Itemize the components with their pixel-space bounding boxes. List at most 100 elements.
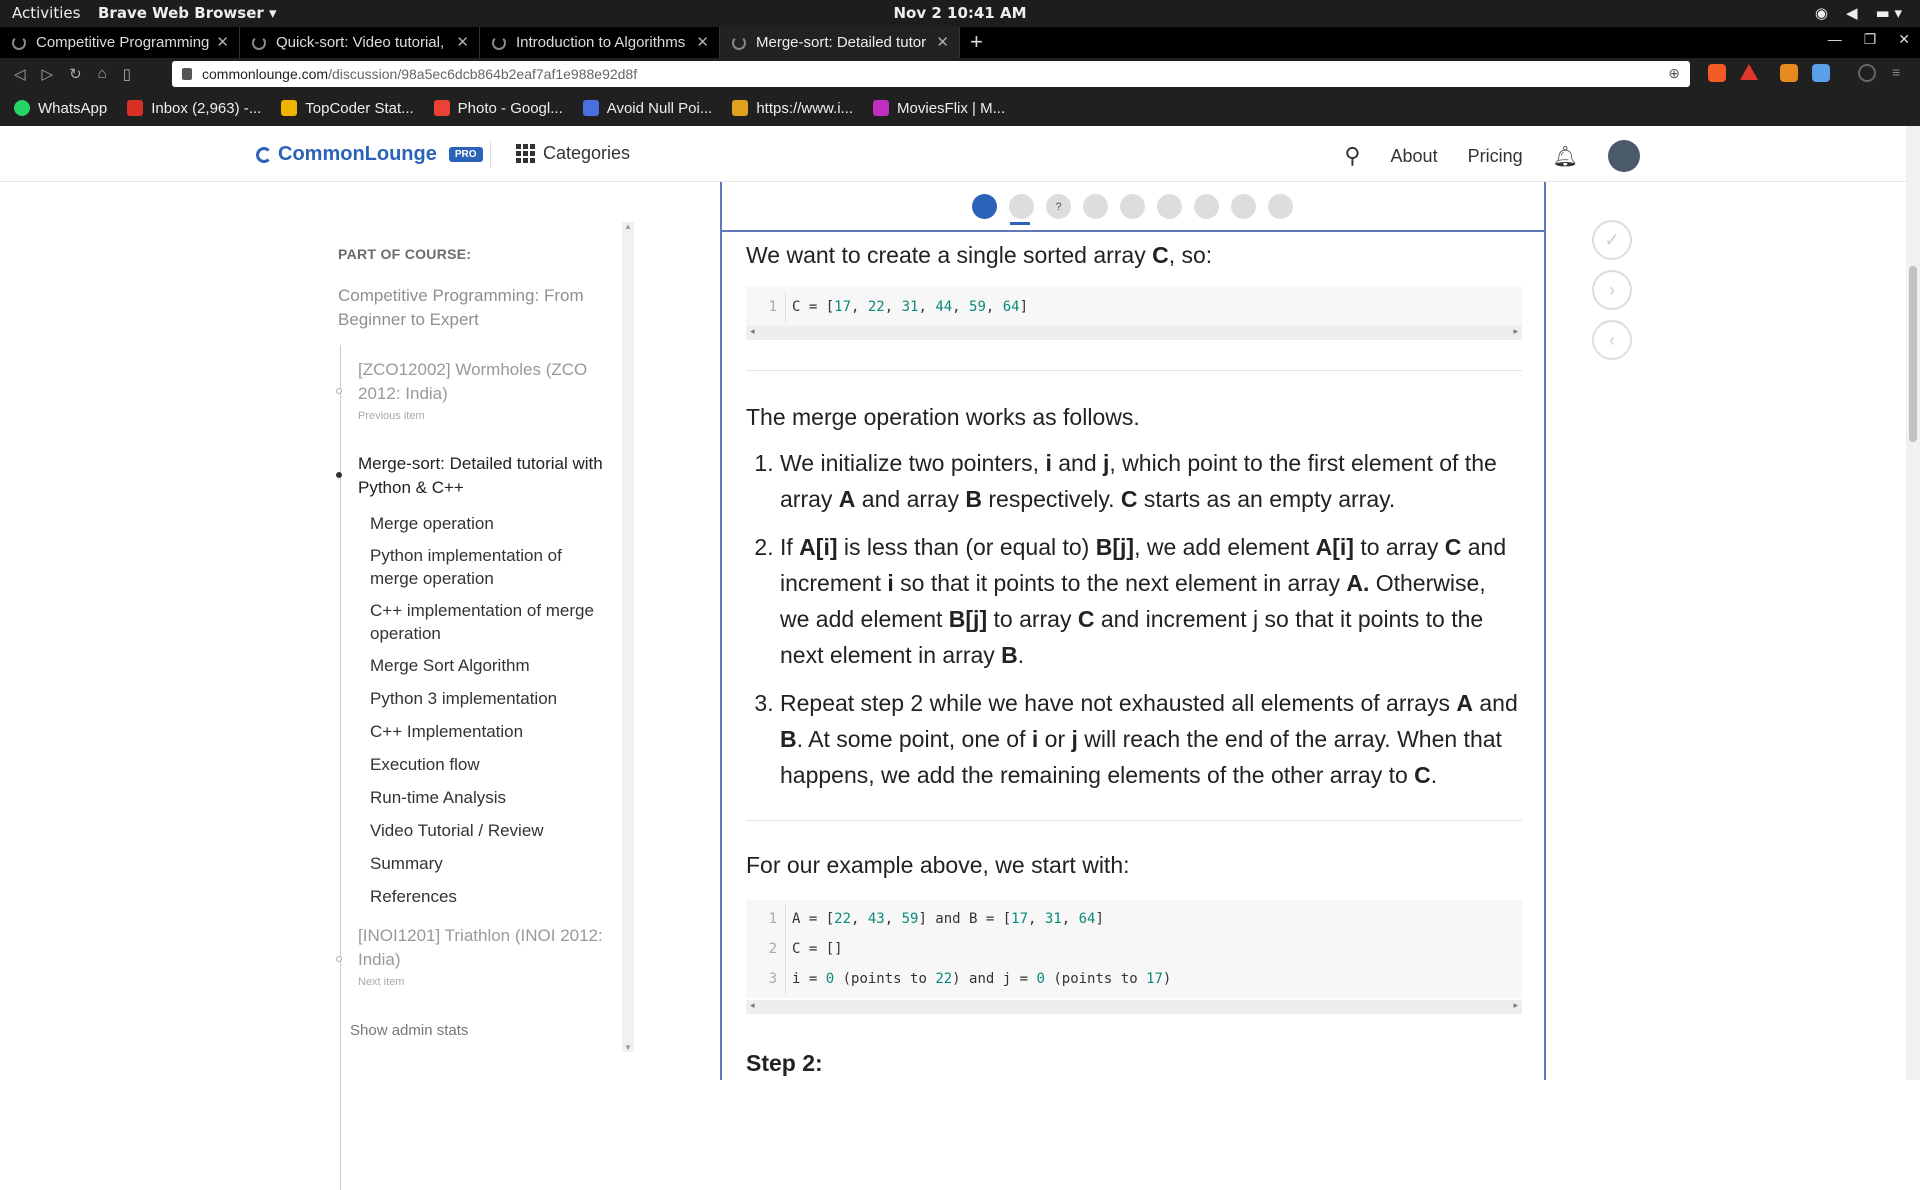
section-dot[interactable] [972,194,997,219]
home-icon[interactable]: ⌂ [98,65,107,83]
search-icon[interactable]: ⚲ [1344,143,1360,169]
scroll-right-icon[interactable]: ▸ [1513,1000,1518,1011]
toc-item-cpp[interactable]: C++ Implementation [370,720,610,743]
loading-icon [492,35,506,50]
current-item[interactable]: Merge-sort: Detailed tutorial with Pytho… [358,452,608,500]
toc-item-references[interactable]: References [370,885,610,908]
forward-icon[interactable]: ▷ [42,65,54,83]
close-tab-icon[interactable]: ✕ [696,33,709,51]
previous-arrow-icon[interactable]: ‹ [1592,320,1632,360]
toc-item-python-merge[interactable]: Python implementation of merge operation [370,544,610,590]
section-dot[interactable] [1157,194,1182,219]
window-controls: — ❐ ✕ [1828,31,1910,48]
lock-icon[interactable] [182,68,192,80]
brave-rewards-icon[interactable] [1740,64,1758,80]
bookmark-google-photos[interactable]: Photo - Googl... [433,100,563,117]
code-scrollbar[interactable]: ◂ ▸ [746,1000,1522,1014]
toc-item-merge-sort-algorithm[interactable]: Merge Sort Algorithm [370,654,610,677]
bookmark-whatsapp[interactable]: WhatsApp [14,100,107,117]
code-scrollbar[interactable]: ◂ ▸ [746,326,1522,340]
bookmark-moviesflix[interactable]: MoviesFlix | M... [873,100,1005,117]
section-dot[interactable] [1120,194,1145,219]
intro-text-end: , so: [1168,242,1213,268]
system-tray[interactable]: ◉ ◀ ▬ ▾ [1815,4,1902,22]
next-arrow-icon[interactable]: › [1592,270,1632,310]
toc-item-summary[interactable]: Summary [370,852,610,875]
volume-icon[interactable]: ◀ [1846,4,1858,22]
brave-shields-icon[interactable] [1708,64,1726,82]
next-item-link[interactable]: [INOI1201] Triathlon (INOI 2012: India) [358,924,608,972]
bookmark-https[interactable]: https://www.i... [732,100,853,117]
reload-icon[interactable]: ↻ [69,65,82,83]
previous-item-link[interactable]: [ZCO12002] Wormholes (ZCO 2012: India) [358,358,608,406]
outline-dot-current [336,472,342,478]
bookmark-icon[interactable]: ▯ [123,65,131,83]
tab-introduction-to-algorithms[interactable]: Introduction to Algorithms ✕ [480,27,720,58]
bookmark-topcoder[interactable]: TopCoder Stat... [281,100,414,117]
previous-item-label: Previous item [358,410,425,422]
avatar[interactable] [1608,140,1640,172]
toc-item-video-tutorial[interactable]: Video Tutorial / Review [370,819,610,842]
tab-competitive-programming[interactable]: Competitive Programming ✕ [0,27,240,58]
pricing-link[interactable]: Pricing [1468,146,1523,167]
maximize-icon[interactable]: ❐ [1864,31,1877,48]
app-menu[interactable]: Brave Web Browser ▾ [98,4,277,22]
notification-bell-icon[interactable]: 🔔︎ [1553,144,1578,169]
menu-icon[interactable]: ≡ [1892,64,1910,82]
close-tab-icon[interactable]: ✕ [936,33,949,51]
header-divider [490,142,491,168]
page-scrollbar[interactable] [1906,126,1920,1080]
mark-complete-icon[interactable]: ✓ [1592,220,1632,260]
section-dot[interactable] [1268,194,1293,219]
scroll-right-icon[interactable]: ▸ [1513,326,1518,337]
scroll-left-icon[interactable]: ◂ [750,326,755,337]
section-dot[interactable] [1083,194,1108,219]
profile-icon[interactable] [1858,64,1876,82]
zoom-icon[interactable]: ⊕ [1668,65,1680,82]
section-dot[interactable]: ? [1046,194,1071,219]
tab-merge-sort[interactable]: Merge-sort: Detailed tutor ✕ [720,27,960,58]
scroll-left-icon[interactable]: ◂ [750,1000,755,1011]
battery-icon[interactable]: ▬ ▾ [1876,4,1902,22]
clock[interactable]: Nov 2 10:41 AM [0,4,1920,22]
toc-item-python3[interactable]: Python 3 implementation [370,687,610,710]
toc-item-runtime-analysis[interactable]: Run-time Analysis [370,786,610,809]
activities-button[interactable]: Activities [12,4,80,22]
close-tab-icon[interactable]: ✕ [456,33,469,51]
code-block-example: 1A = [22, 43, 59] and B = [17, 31, 64] 2 C… [746,900,1522,998]
bookmark-label: WhatsApp [38,99,108,117]
bookmark-gmail[interactable]: Inbox (2,963) -... [127,100,261,117]
section-dot[interactable] [1231,194,1256,219]
show-admin-stats-link[interactable]: Show admin stats [350,1022,468,1039]
network-icon[interactable]: ◉ [1815,4,1828,22]
address-bar[interactable]: commonlounge.com/discussion/98a5ec6dcb86… [172,61,1690,87]
section-dot[interactable] [1009,194,1034,219]
google-photos-icon [433,100,450,116]
about-link[interactable]: About [1391,146,1438,167]
minimize-icon[interactable]: — [1828,31,1842,48]
tab-quick-sort[interactable]: Quick-sort: Video tutorial, ✕ [240,27,480,58]
scroll-up-icon[interactable]: ▲ [624,222,632,231]
scroll-down-icon[interactable]: ▼ [624,1043,632,1052]
sidebar-scrollbar[interactable]: ▲ ▼ [622,222,634,1052]
progress-rail: ✓ › ‹ [1592,220,1632,370]
pen-extension-icon[interactable] [1812,64,1830,82]
section-dot[interactable] [1194,194,1219,219]
browser-toolbar: ◁ ▷ ↻ ⌂ ▯ commonlounge.com/discussion/98… [0,58,1920,90]
close-window-icon[interactable]: ✕ [1898,31,1910,48]
course-title-link[interactable]: Competitive Programming: From Beginner t… [338,284,598,332]
commonlounge-logo[interactable]: CommonLounge PRO [256,143,483,166]
close-tab-icon[interactable]: ✕ [216,33,229,51]
metamask-extension-icon[interactable] [1780,64,1798,82]
back-icon[interactable]: ◁ [14,65,26,83]
new-tab-button[interactable]: + [970,29,983,55]
next-item-label: Next item [358,976,405,988]
steps-list: We initialize two pointers, i and j, whi… [746,445,1520,805]
toc-item-execution-flow[interactable]: Execution flow [370,753,610,776]
toc-item-cpp-merge[interactable]: C++ implementation of merge operation [370,599,610,645]
page-scroll-thumb[interactable] [1909,266,1917,442]
code-line: 1C = [17, 22, 31, 44, 59, 64] [746,292,1522,322]
bookmark-avoid-null[interactable]: Avoid Null Poi... [582,100,712,117]
categories-menu[interactable]: Categories [516,143,630,164]
toc-item-merge-operation[interactable]: Merge operation [370,512,610,535]
